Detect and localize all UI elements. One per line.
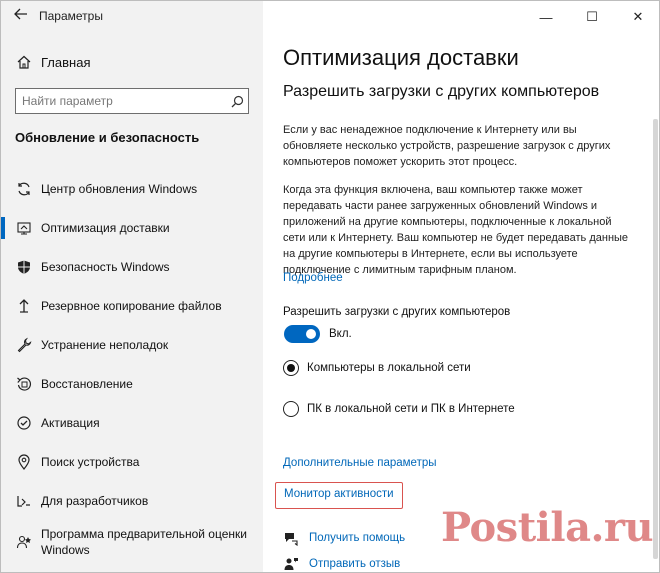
radio-local-network[interactable]: Компьютеры в локальной сети [283,360,471,376]
sidebar-item-activation[interactable]: Активация [1,403,263,442]
sidebar-item-insider[interactable]: Программа предварительной оценки Windows [1,520,263,564]
sidebar-item-label: Для разработчиков [41,493,149,508]
learn-more-link[interactable]: Подробнее [283,272,343,284]
sidebar-item-label: Центр обновления Windows [41,181,198,196]
radio-button-selected[interactable] [283,360,299,376]
backup-icon [15,297,33,315]
sidebar-item-troubleshoot[interactable]: Устранение неполадок [1,325,263,364]
get-help-link[interactable]: Получить помощь [309,532,405,544]
activation-icon [15,414,33,432]
radio-local-and-internet[interactable]: ПК в локальной сети и ПК в Интернете [283,401,515,417]
radio-label: Компьютеры в локальной сети [307,362,471,374]
toggle-knob [306,329,316,339]
search-box[interactable] [15,88,249,114]
toggle-label: Разрешить загрузки с других компьютеров [283,306,511,318]
sidebar-item-label: Устранение неполадок [41,337,169,352]
back-button[interactable] [9,5,33,27]
toggle-state-label: Вкл. [329,328,352,340]
advanced-options-link[interactable]: Дополнительные параметры [283,457,437,469]
sidebar-item-label: Восстановление [41,376,133,391]
minimize-button[interactable]: — [523,1,569,33]
app-title: Параметры [39,9,103,23]
close-button[interactable]: ✕ [615,1,659,33]
radio-dot [287,364,295,372]
sync-icon [15,180,33,198]
recovery-icon [15,375,33,393]
sidebar-item-backup[interactable]: Резервное копирование файлов [1,286,263,325]
search-icon[interactable] [226,95,248,108]
content-pane: — ☐ ✕ Оптимизация доставки Разрешить заг… [263,1,659,572]
arrow-left-icon [14,7,28,25]
send-feedback-link[interactable]: Отправить отзыв [309,558,400,570]
sidebar-item-find-device[interactable]: Поиск устройства [1,442,263,481]
maximize-button[interactable]: ☐ [569,1,615,33]
sidebar-item-delivery-optimization[interactable]: Оптимизация доставки [1,208,263,247]
watermark-logo: Postila.ru [441,497,654,557]
page-title: Оптимизация доставки [283,45,519,70]
developer-icon [15,492,33,510]
sidebar-item-label: Поиск устройства [41,454,140,469]
sidebar-item-developers[interactable]: Для разработчиков [1,481,263,520]
section-heading: Разрешить загрузки с других компьютеров [283,83,600,100]
close-icon: ✕ [632,9,644,24]
minimize-icon: — [539,9,553,25]
search-input[interactable] [16,89,226,113]
scrollbar[interactable] [653,119,658,559]
home-nav-item[interactable]: Главная [15,51,90,73]
sidebar-item-label: Резервное копирование файлов [41,298,222,313]
sidebar-nav: Центр обновления Windows Оптимизация дос… [1,169,263,564]
home-label: Главная [41,54,91,70]
wrench-icon [15,336,33,354]
get-help-row[interactable]: Получить помощь [283,530,405,546]
window-controls: — ☐ ✕ [523,1,659,33]
description-paragraph-1: Если у вас ненадежное подключение к Инте… [283,124,611,168]
help-chat-icon [283,530,299,546]
sidebar-item-windows-security[interactable]: Безопасность Windows [1,247,263,286]
sidebar-item-label: Безопасность Windows [41,259,170,274]
sidebar: Параметры Главная Обновление и безопасно… [1,1,263,572]
maximize-icon: ☐ [586,9,598,24]
delivery-optimization-icon [15,219,33,237]
feedback-row[interactable]: Отправить отзыв [283,556,400,572]
sidebar-item-label: Программа предварительной оценки Windows [41,527,247,557]
sidebar-item-label: Активация [41,415,100,430]
sidebar-item-label: Оптимизация доставки [41,220,170,235]
radio-button[interactable] [283,401,299,417]
feedback-icon [283,556,299,572]
allow-downloads-toggle[interactable] [284,325,320,343]
sidebar-item-windows-update[interactable]: Центр обновления Windows [1,169,263,208]
watermark-text: Postila.ru [441,503,654,551]
sidebar-item-recovery[interactable]: Восстановление [1,364,263,403]
home-icon [15,53,33,71]
shield-icon [15,258,33,276]
description-paragraph-2: Когда эта функция включена, ваш компьюте… [283,184,629,276]
insider-icon [15,533,33,551]
section-title: Обновление и безопасность [15,130,200,145]
radio-label: ПК в локальной сети и ПК в Интернете [307,403,515,415]
title-bar: Параметры [1,1,263,33]
activity-monitor-link[interactable]: Монитор активности [284,488,394,500]
find-device-icon [15,453,33,471]
settings-window: Параметры Главная Обновление и безопасно… [0,0,660,573]
